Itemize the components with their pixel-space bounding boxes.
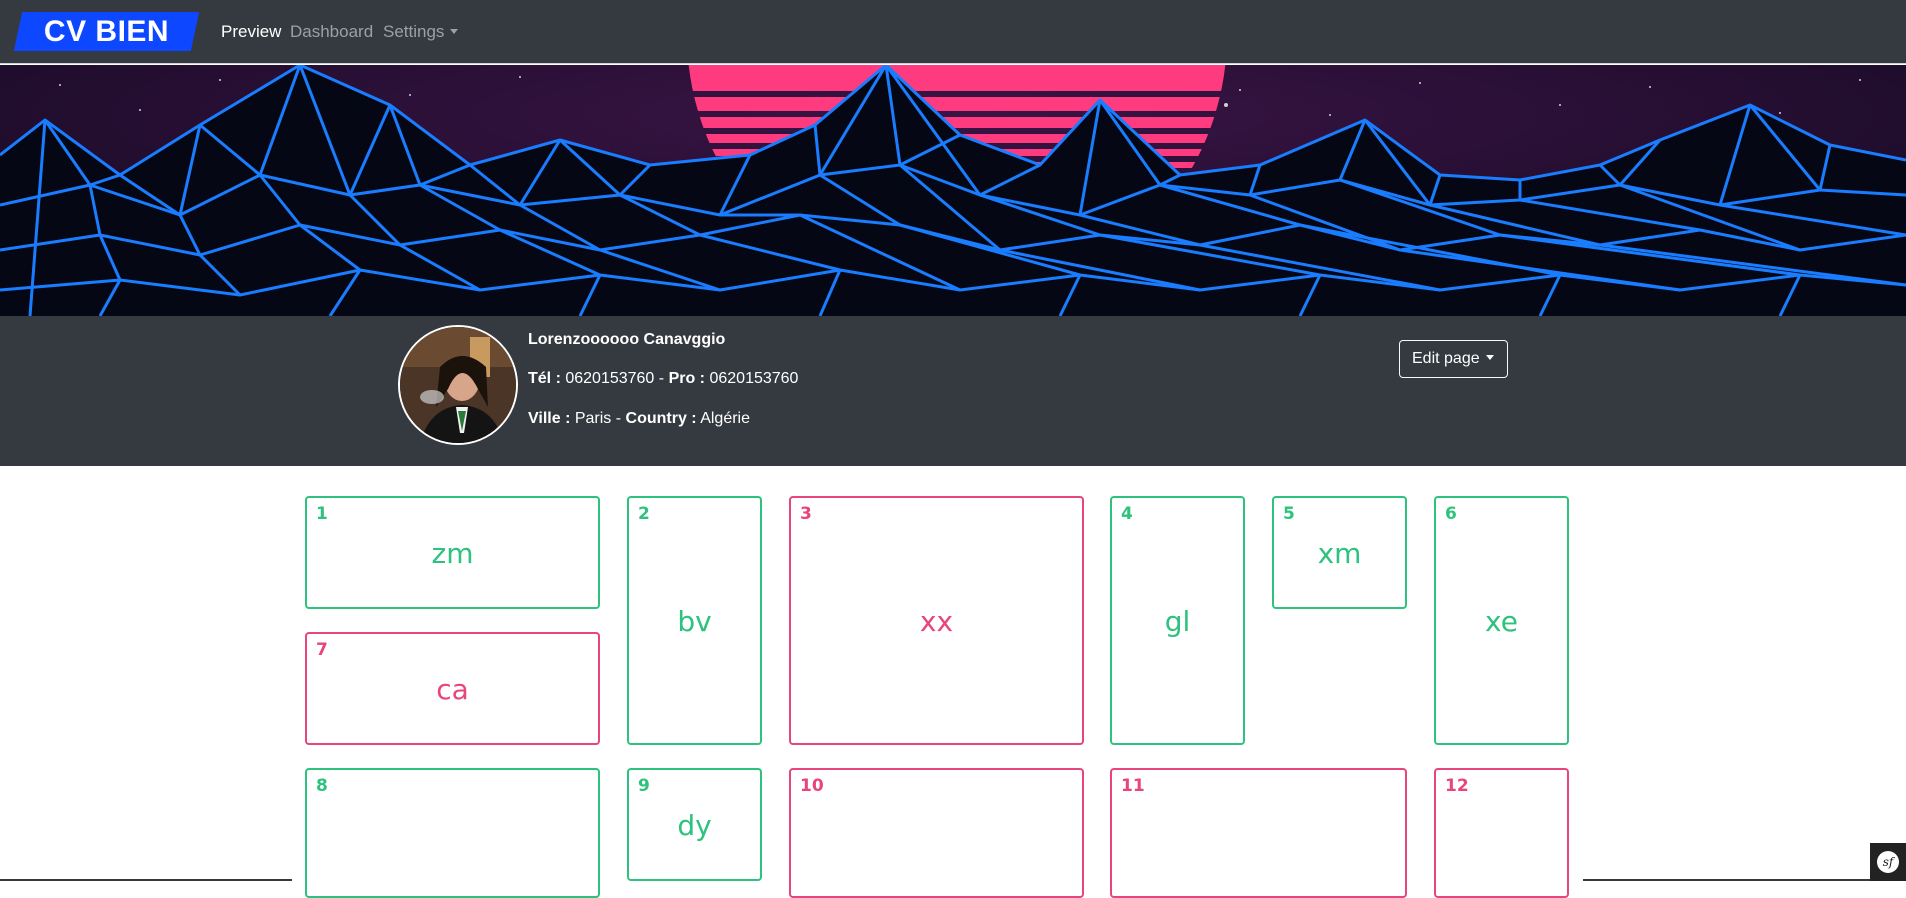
profile-phone-line: Tél : 0620153760 - Pro : 0620153760 [528, 368, 798, 390]
card-number: 7 [316, 640, 328, 660]
grid-card-9[interactable]: 9 dy [627, 768, 762, 881]
cover-banner [0, 65, 1906, 316]
profile-avatar [398, 325, 518, 445]
pro-value: 0620153760 [709, 370, 799, 387]
ville-label: Ville : [528, 410, 571, 427]
pro-label: Pro : [668, 370, 706, 387]
brand-logo[interactable]: CV BIEN [18, 12, 195, 51]
separator: - [658, 370, 665, 387]
ville-value: Paris [574, 410, 612, 427]
grid-card-3[interactable]: 3 xx [789, 496, 1084, 745]
top-navbar: CV BIEN Preview Dashboard Settings [0, 0, 1906, 64]
grid-card-4[interactable]: 4 gl [1110, 496, 1245, 745]
card-code: zm [431, 537, 474, 570]
card-code: xe [1485, 605, 1518, 638]
card-code: bv [677, 605, 712, 638]
grid-card-7[interactable]: 7 ca [305, 632, 600, 745]
card-number: 1 [316, 504, 328, 524]
grid-card-1[interactable]: 1 zm [305, 496, 600, 609]
chevron-down-icon [1485, 355, 1494, 360]
tel-value: 0620153760 [565, 370, 655, 387]
card-number: 12 [1445, 776, 1469, 796]
card-number: 11 [1121, 776, 1145, 796]
card-number: 6 [1445, 504, 1457, 524]
synthwave-mountains-image [0, 65, 1906, 316]
edit-page-button[interactable]: Edit page [1399, 340, 1508, 378]
edit-page-label: Edit page [1412, 350, 1480, 367]
tel-label: Tél : [528, 370, 561, 387]
grid-card-12[interactable]: 12 [1434, 768, 1569, 898]
nav-dashboard[interactable]: Dashboard [290, 20, 373, 44]
card-number: 4 [1121, 504, 1133, 524]
grid-card-8[interactable]: 8 [305, 768, 600, 898]
card-code: ca [436, 673, 469, 706]
nav-preview[interactable]: Preview [221, 20, 281, 44]
avatar-photo [400, 327, 516, 443]
card-number: 2 [638, 504, 650, 524]
profile-location-line: Ville : Paris - Country : Algérie [528, 408, 750, 430]
country-label: Country : [625, 410, 697, 427]
card-code: dy [677, 809, 712, 842]
grid-card-10[interactable]: 10 [789, 768, 1084, 898]
card-number: 8 [316, 776, 328, 796]
symfony-toolbar-toggle[interactable]: sf [1870, 843, 1906, 881]
nav-settings-dropdown[interactable]: Settings [383, 20, 459, 44]
grid-card-11[interactable]: 11 [1110, 768, 1407, 898]
card-number: 10 [800, 776, 824, 796]
card-number: 9 [638, 776, 650, 796]
card-number: 5 [1283, 504, 1295, 524]
grid-card-2[interactable]: 2 bv [627, 496, 762, 745]
card-code: xx [919, 605, 954, 638]
chevron-down-icon [450, 29, 459, 34]
card-number: 3 [800, 504, 812, 524]
nav-settings-label: Settings [383, 22, 445, 41]
grid-card-5[interactable]: 5 xm [1272, 496, 1407, 609]
profile-header [0, 316, 1906, 466]
profile-name: Lorenzoooooo Canavggio [528, 331, 726, 348]
card-code: gl [1164, 605, 1191, 638]
country-value: Algérie [700, 410, 751, 427]
separator: - [615, 410, 622, 427]
grid-card-6[interactable]: 6 xe [1434, 496, 1569, 745]
card-code: xm [1317, 537, 1362, 570]
symfony-icon: sf [1877, 851, 1899, 873]
